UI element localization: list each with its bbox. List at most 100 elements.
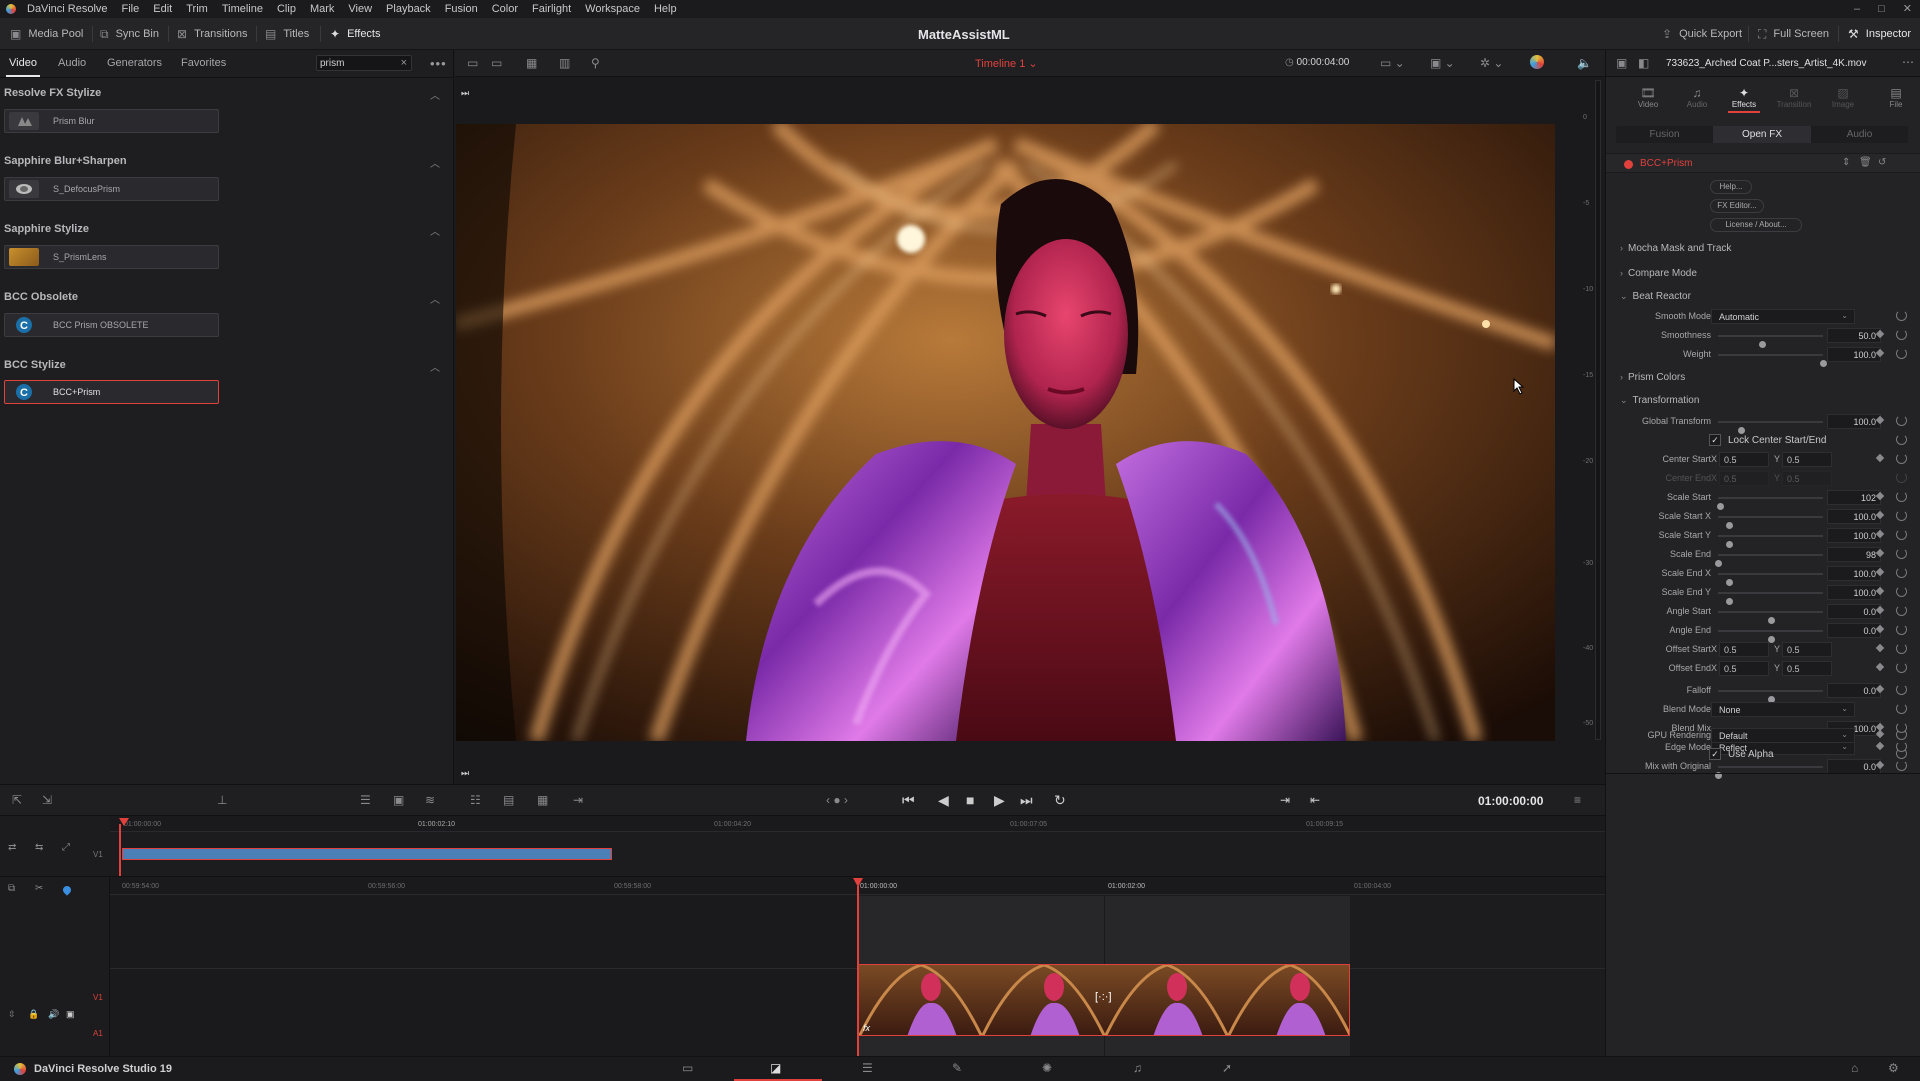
- mark-in-icon[interactable]: ⇤: [1310, 793, 1320, 807]
- menu-file[interactable]: File: [115, 0, 147, 18]
- track-audio-icon[interactable]: 🔊: [48, 1009, 59, 1020]
- angle-start-value[interactable]: 0.0: [1827, 604, 1881, 619]
- keyframe-icon[interactable]: [1875, 729, 1885, 739]
- group-header[interactable]: Sapphire Blur+Sharpen: [4, 155, 127, 167]
- reset-icon[interactable]: ↺: [1878, 157, 1886, 168]
- page-color-icon[interactable]: ✺: [1042, 1061, 1052, 1075]
- go-to-first-frame-icon[interactable]: ⏭: [461, 88, 469, 99]
- falloff-value[interactable]: 0.0: [1827, 683, 1881, 698]
- mix-with-original-slider[interactable]: [1715, 766, 1823, 779]
- reset-icon[interactable]: [1896, 605, 1907, 616]
- page-edit-icon[interactable]: ☰: [862, 1061, 873, 1075]
- clear-search-icon[interactable]: ×: [401, 57, 407, 69]
- split-view-icon[interactable]: ◧: [1638, 56, 1649, 70]
- menu-fairlight[interactable]: Fairlight: [525, 0, 578, 18]
- subtab-audio[interactable]: Audio: [1811, 126, 1908, 143]
- section-compare-mode[interactable]: › Compare Mode: [1620, 268, 1697, 279]
- viewer-layout-icon[interactable]: ▭: [467, 56, 478, 70]
- quick-export-button[interactable]: ⇪ Quick Export: [1662, 18, 1742, 50]
- group-header[interactable]: Resolve FX Stylize: [4, 87, 101, 99]
- menu-fusion[interactable]: Fusion: [438, 0, 485, 18]
- menu-edit[interactable]: Edit: [146, 0, 179, 18]
- marker-icon[interactable]: [61, 884, 73, 896]
- timeline-tool-icon[interactable]: ▤: [503, 793, 514, 807]
- timeline-clip[interactable]: fx [·:·]: [858, 964, 1350, 1036]
- slider-knob[interactable]: [1820, 360, 1827, 367]
- section-mocha[interactable]: › Mocha Mask and Track: [1620, 243, 1731, 254]
- scale-start-value[interactable]: 102: [1827, 490, 1881, 505]
- inspector-tab-image[interactable]: ▨ Image: [1828, 86, 1858, 109]
- timeline-tool-icon[interactable]: ☷: [470, 793, 481, 807]
- keyframe-icon[interactable]: [1875, 662, 1885, 672]
- collapse-chevron-icon[interactable]: ︿: [430, 291, 440, 306]
- jog-control-icon[interactable]: ‹ ● ›: [826, 793, 848, 807]
- viewer-tool-icon[interactable]: ⚲: [591, 56, 600, 70]
- inspector-tab-audio[interactable]: ♫ Audio: [1684, 86, 1710, 109]
- center-start-x-field[interactable]: 0.5: [1719, 452, 1769, 467]
- scale-end-x-slider[interactable]: [1718, 573, 1823, 586]
- reset-icon[interactable]: [1896, 415, 1907, 426]
- track-tool-icon[interactable]: ⤢: [62, 842, 70, 853]
- smoothness-value[interactable]: 50.0: [1827, 328, 1881, 343]
- scale-end-slider[interactable]: [1715, 554, 1823, 567]
- offset-end-y-field[interactable]: 0.5: [1782, 661, 1832, 676]
- reset-icon[interactable]: [1896, 567, 1907, 578]
- delete-icon[interactable]: 🗑: [1859, 157, 1872, 168]
- keyframe-icon[interactable]: [1875, 453, 1885, 463]
- mark-out-icon[interactable]: ⇥: [1280, 793, 1290, 807]
- reset-icon[interactable]: [1896, 684, 1907, 695]
- subtab-fusion[interactable]: Fusion: [1616, 126, 1713, 143]
- reorder-icon[interactable]: ⇕: [1842, 157, 1850, 168]
- more-options-icon[interactable]: ⋯: [1902, 55, 1914, 69]
- track-tool-icon[interactable]: ⇄: [8, 842, 16, 853]
- upper-timeline-clip[interactable]: [122, 848, 612, 860]
- menu-help[interactable]: Help: [647, 0, 684, 18]
- smoothness-slider[interactable]: [1718, 335, 1823, 348]
- scale-end-y-slider[interactable]: [1718, 592, 1823, 605]
- angle-end-slider[interactable]: [1718, 630, 1823, 643]
- track-tool-icon[interactable]: ⇆: [35, 842, 43, 853]
- media-pool-button[interactable]: ▣ Media Pool: [10, 18, 83, 50]
- smooth-mode-dropdown[interactable]: Automatic ⌄: [1711, 309, 1855, 324]
- weight-slider[interactable]: [1718, 354, 1827, 367]
- timeline-name-dropdown[interactable]: Timeline 1 ⌄: [975, 57, 1038, 70]
- stop-icon[interactable]: ■: [966, 792, 974, 808]
- gpu-rendering-dropdown[interactable]: Default ⌄: [1711, 728, 1855, 743]
- collapse-chevron-icon[interactable]: ︿: [430, 359, 440, 374]
- scale-start-x-value[interactable]: 100.0: [1827, 509, 1881, 524]
- inspector-tab-effects[interactable]: ✦ Effects: [1728, 86, 1760, 113]
- home-icon[interactable]: ⌂: [1851, 1061, 1858, 1075]
- viewer-layout-icon[interactable]: ▥: [559, 56, 570, 70]
- reset-icon[interactable]: [1896, 586, 1907, 597]
- effect-item-s-prismlens[interactable]: S_PrismLens: [4, 245, 219, 269]
- tab-video[interactable]: Video: [9, 50, 37, 77]
- timeline-tool-icon[interactable]: ⇥: [573, 793, 583, 807]
- page-media-icon[interactable]: ▭: [682, 1061, 693, 1075]
- full-screen-button[interactable]: ⛶ Full Screen: [1758, 18, 1829, 50]
- reset-icon[interactable]: [1896, 348, 1907, 359]
- menu-clip[interactable]: Clip: [270, 0, 303, 18]
- viewer-layout-icon[interactable]: ▭: [491, 56, 502, 70]
- minimize-icon[interactable]: –: [1854, 0, 1860, 18]
- subtab-open-fx[interactable]: Open FX: [1713, 126, 1811, 143]
- section-prism-colors[interactable]: › Prism Colors: [1620, 372, 1685, 383]
- weight-value[interactable]: 100.0: [1827, 347, 1881, 362]
- falloff-slider[interactable]: [1718, 690, 1823, 703]
- effect-item-prism-blur[interactable]: Prism Blur: [4, 109, 219, 133]
- go-to-end-icon[interactable]: ⏭: [1020, 792, 1033, 809]
- settings-gear-icon[interactable]: ⚙: [1888, 1061, 1899, 1075]
- scale-end-value[interactable]: 98: [1827, 547, 1881, 562]
- collapse-chevron-icon[interactable]: ︿: [430, 155, 440, 170]
- effect-enable-toggle[interactable]: [1624, 160, 1633, 169]
- tab-favorites[interactable]: Favorites: [181, 50, 226, 77]
- offset-start-y-field[interactable]: 0.5: [1782, 642, 1832, 657]
- upper-ruler[interactable]: 01:00:00:00 01:00:02:10 01:00:04:20 01:0…: [110, 816, 1605, 832]
- reset-icon[interactable]: [1896, 453, 1907, 464]
- menu-timeline[interactable]: Timeline: [215, 0, 270, 18]
- transitions-button[interactable]: ⊠ Transitions: [177, 18, 247, 50]
- video-frame[interactable]: [456, 124, 1555, 741]
- page-fairlight-icon[interactable]: ♫: [1133, 1061, 1142, 1075]
- angle-end-value[interactable]: 0.0: [1827, 623, 1881, 638]
- color-icon[interactable]: [1530, 55, 1544, 69]
- keyframe-icon[interactable]: [1875, 643, 1885, 653]
